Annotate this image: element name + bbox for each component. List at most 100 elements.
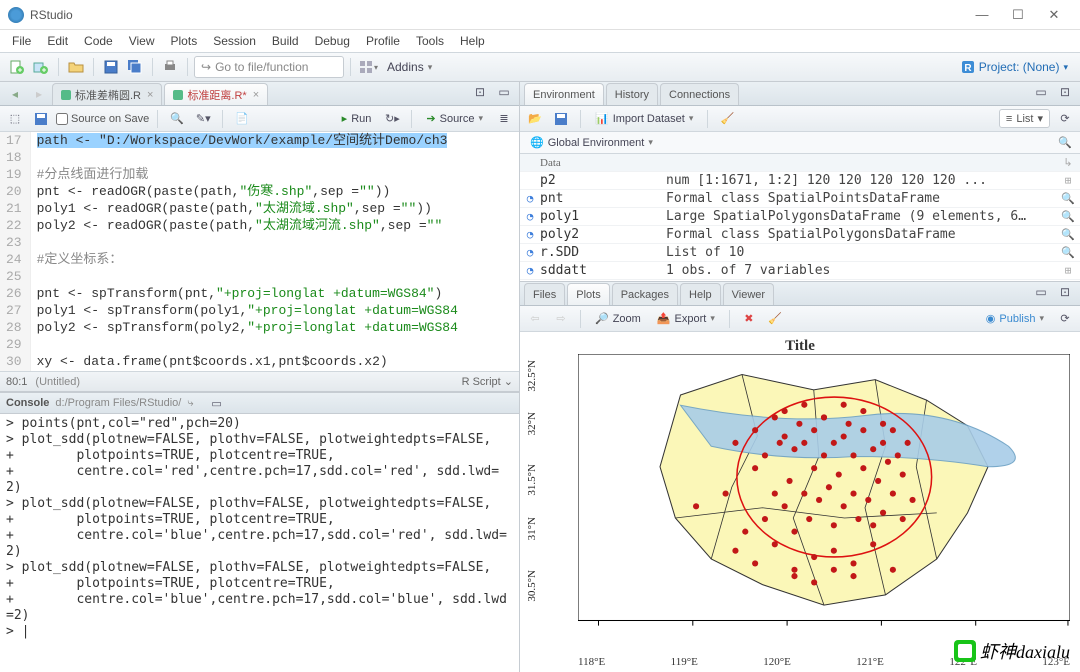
addins-dropdown[interactable]: Addins▾ xyxy=(381,58,438,76)
goto-placeholder: Go to file/function xyxy=(215,60,308,74)
new-project-icon[interactable] xyxy=(30,56,52,78)
source-button[interactable]: ➔Source▾ xyxy=(420,110,489,127)
file-type[interactable]: R Script ⌄ xyxy=(462,375,513,388)
goto-icon: ↪ xyxy=(201,60,211,74)
export-button[interactable]: 📤 Export▾ xyxy=(651,310,721,327)
zoom-button[interactable]: 🔎 Zoom xyxy=(589,310,647,327)
env-view-mode[interactable]: ≡ List ▾ xyxy=(999,109,1050,128)
pane-collapse-icon[interactable]: ▭ xyxy=(493,81,515,103)
maximize-button[interactable]: ☐ xyxy=(1000,1,1036,29)
menu-edit[interactable]: Edit xyxy=(39,32,76,50)
menu-view[interactable]: View xyxy=(121,32,163,50)
tab-files[interactable]: Files xyxy=(524,283,565,305)
pane-collapse-icon[interactable]: ▭ xyxy=(1030,281,1052,303)
tab-environment[interactable]: Environment xyxy=(524,83,604,105)
compile-report-icon[interactable]: 📄 xyxy=(231,108,253,130)
plot-prev-icon[interactable]: ⇦ xyxy=(524,308,546,330)
ytick: 31.5°N xyxy=(526,464,538,496)
plot-title: Title xyxy=(785,338,815,355)
ytick: 32°N xyxy=(526,412,538,435)
code-text[interactable]: path <- "D:/Workspace/DevWork/example/空间… xyxy=(31,132,519,371)
section-label[interactable]: (Untitled) xyxy=(35,376,80,388)
show-doc-icon[interactable]: ⬚ xyxy=(4,108,26,130)
save-icon[interactable] xyxy=(100,56,122,78)
tab-packages[interactable]: Packages xyxy=(612,283,678,305)
xtick: 120°E xyxy=(763,656,791,668)
pane-popout-icon[interactable]: ⊡ xyxy=(1054,81,1076,103)
tab-history[interactable]: History xyxy=(606,83,658,105)
env-tabbar: Environment History Connections ▭ ⊡ xyxy=(520,82,1080,106)
close-icon[interactable]: × xyxy=(253,89,259,101)
tab-connections[interactable]: Connections xyxy=(660,83,739,105)
save-workspace-icon[interactable] xyxy=(550,108,572,130)
save-all-icon[interactable] xyxy=(124,56,146,78)
env-row[interactable]: ◔r.SDDList of 10🔍 xyxy=(520,244,1080,262)
source-editor[interactable]: 17181920212223242526272829303132 path <-… xyxy=(0,132,519,371)
print-icon[interactable] xyxy=(159,56,181,78)
grid-icon[interactable]: ▾ xyxy=(357,56,379,78)
import-dataset-button[interactable]: 📊 Import Dataset▾ xyxy=(589,110,699,127)
nav-back-icon[interactable]: ◂ xyxy=(4,83,26,105)
env-section-header: Data↳ xyxy=(520,154,1080,172)
menu-debug[interactable]: Debug xyxy=(307,32,358,50)
menu-plots[interactable]: Plots xyxy=(163,32,206,50)
nav-fwd-icon[interactable]: ▸ xyxy=(28,83,50,105)
menu-session[interactable]: Session xyxy=(205,32,264,50)
minimize-button[interactable]: — xyxy=(964,1,1000,29)
env-row[interactable]: ◔pntFormal class SpatialPointsDataFrame🔍 xyxy=(520,190,1080,208)
menu-build[interactable]: Build xyxy=(264,32,307,50)
close-button[interactable]: ✕ xyxy=(1036,1,1072,29)
tab-viewer[interactable]: Viewer xyxy=(723,283,774,305)
publish-button[interactable]: ◉ Publish▾ xyxy=(980,310,1050,327)
goto-file-input[interactable]: ↪ Go to file/function xyxy=(194,56,344,78)
clear-env-icon[interactable]: 🧹 xyxy=(716,108,738,130)
line-gutter: 17181920212223242526272829303132 xyxy=(0,132,31,371)
env-row[interactable]: p2num [1:1671, 1:2] 120 120 120 120 120 … xyxy=(520,172,1080,190)
menu-help[interactable]: Help xyxy=(452,32,493,50)
load-workspace-icon[interactable]: 📂 xyxy=(524,108,546,130)
pane-popout-icon[interactable]: ⊡ xyxy=(469,81,491,103)
search-icon[interactable]: 🔍 xyxy=(1054,132,1076,154)
menu-profile[interactable]: Profile xyxy=(358,32,408,50)
remove-plot-icon[interactable]: ✖ xyxy=(738,308,760,330)
console-goto-icon[interactable]: ⤷ xyxy=(187,397,193,410)
env-scope-selector[interactable]: 🌐 Global Environment▾ xyxy=(524,134,659,151)
env-row[interactable]: ◔poly1Large SpatialPolygonsDataFrame (9 … xyxy=(520,208,1080,226)
open-file-icon[interactable] xyxy=(65,56,87,78)
menu-file[interactable]: File xyxy=(4,32,39,50)
outline-icon[interactable]: ≣ xyxy=(493,108,515,130)
source-tab-1[interactable]: 标准距离.R* × xyxy=(164,83,268,105)
console-output[interactable]: > points(pnt,col="red",pch=20) > plot_sd… xyxy=(0,414,519,672)
cursor-pos: 80:1 xyxy=(6,376,27,388)
svg-text:R: R xyxy=(964,63,972,74)
refresh-icon[interactable]: ⟳ xyxy=(1054,108,1076,130)
wand-icon[interactable]: ✎▾ xyxy=(192,108,214,130)
clear-plots-icon[interactable]: 🧹 xyxy=(764,308,786,330)
pane-collapse-icon[interactable]: ▭ xyxy=(1030,81,1052,103)
pane-collapse-icon[interactable]: ▭ xyxy=(206,392,228,414)
refresh-icon[interactable]: ⟳ xyxy=(1054,308,1076,330)
source-statusbar: 80:1 (Untitled) (Untitled) R Script ⌄ xyxy=(0,371,519,391)
project-selector[interactable]: R Project: (None) ▾ xyxy=(955,58,1074,76)
ytick: 32.5°N xyxy=(526,360,538,392)
close-icon[interactable]: × xyxy=(147,89,153,101)
env-row[interactable]: ◔poly2Formal class SpatialPolygonsDataFr… xyxy=(520,226,1080,244)
tab-help[interactable]: Help xyxy=(680,283,721,305)
run-button[interactable]: ▸Run xyxy=(336,110,378,127)
env-row[interactable]: ◔sddatt1 obs. of 7 variables⊞ xyxy=(520,262,1080,280)
new-file-icon[interactable] xyxy=(6,56,28,78)
pane-popout-icon[interactable]: ⊡ xyxy=(1054,281,1076,303)
env-table: Data↳ p2num [1:1671, 1:2] 120 120 120 12… xyxy=(520,154,1080,281)
find-icon[interactable]: 🔍 xyxy=(166,108,188,130)
source-tab-0[interactable]: 标准差椭圆.R × xyxy=(52,83,162,105)
console-tab[interactable]: Console xyxy=(6,397,49,409)
plot-next-icon[interactable]: ⇨ xyxy=(550,308,572,330)
menu-code[interactable]: Code xyxy=(76,32,121,50)
source-on-save-checkbox[interactable]: Source on Save xyxy=(56,113,149,125)
tab-plots[interactable]: Plots xyxy=(567,283,609,305)
menu-tools[interactable]: Tools xyxy=(408,32,452,50)
rerun-icon[interactable]: ↻▸ xyxy=(381,108,403,130)
save-icon[interactable] xyxy=(30,108,52,130)
plots-toolbar: ⇦ ⇨ 🔎 Zoom 📤 Export▾ ✖ 🧹 ◉ Publish▾ ⟳ xyxy=(520,306,1080,332)
console-tabbar: Console d:/Program Files/RStudio/ ⤷ ▭ xyxy=(0,392,519,414)
